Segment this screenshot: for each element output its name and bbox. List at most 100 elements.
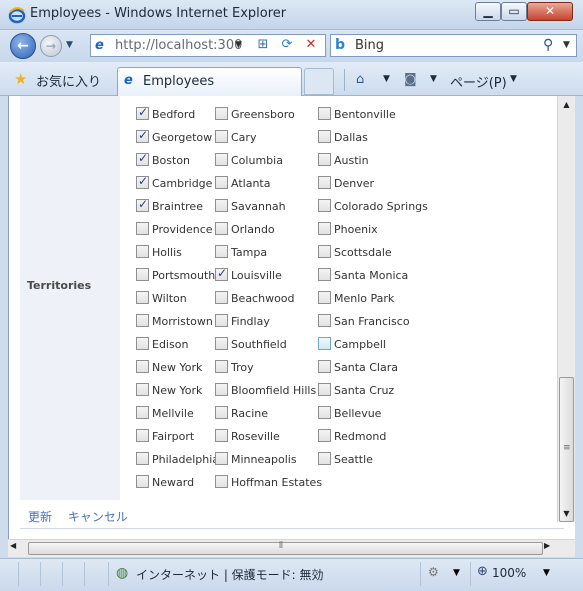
unchecked-checkbox-icon[interactable] bbox=[318, 153, 331, 166]
search-box[interactable]: b Bing ⚲ ▼ bbox=[330, 34, 577, 57]
unchecked-checkbox-icon[interactable] bbox=[136, 291, 149, 304]
feeds-dropdown-icon[interactable]: ▼ bbox=[430, 74, 437, 84]
maximize-button[interactable]: ▭ bbox=[501, 2, 527, 21]
checked-checkbox-icon[interactable] bbox=[136, 197, 149, 212]
unchecked-checkbox-icon[interactable] bbox=[318, 360, 331, 373]
search-dropdown-icon[interactable]: ▼ bbox=[563, 40, 570, 50]
checked-checkbox-icon[interactable] bbox=[136, 151, 149, 166]
unchecked-checkbox-icon[interactable] bbox=[215, 314, 228, 327]
update-link[interactable]: 更新 bbox=[28, 510, 52, 524]
unchecked-checkbox-icon[interactable] bbox=[136, 406, 149, 419]
address-dropdown-icon[interactable]: ▼ bbox=[235, 40, 242, 50]
grip-icon: ≡ bbox=[563, 443, 571, 453]
unchecked-checkbox-icon[interactable] bbox=[215, 222, 228, 235]
page-menu[interactable]: ページ(P) bbox=[450, 72, 507, 91]
home-icon[interactable]: ⌂ bbox=[356, 72, 364, 87]
search-icon[interactable]: ⚲ bbox=[543, 37, 553, 53]
zoom-icon[interactable]: ⊕ bbox=[477, 564, 488, 579]
compatibility-view-icon[interactable]: ⊞ bbox=[252, 35, 274, 55]
unchecked-checkbox-icon[interactable] bbox=[318, 245, 331, 258]
unchecked-checkbox-icon[interactable] bbox=[215, 475, 228, 488]
unchecked-checkbox-icon[interactable] bbox=[215, 406, 228, 419]
scroll-up-icon[interactable]: ▲ bbox=[558, 96, 575, 113]
vertical-scrollbar[interactable]: ▲ ≡ ▼ bbox=[557, 96, 575, 522]
scroll-down-icon[interactable]: ▼ bbox=[558, 505, 575, 522]
zoom-dropdown-icon[interactable]: ▼ bbox=[543, 568, 550, 578]
page-menu-dropdown-icon[interactable]: ▼ bbox=[510, 74, 517, 84]
refresh-icon[interactable]: ⟳ bbox=[276, 35, 298, 55]
territory-label: New York bbox=[152, 384, 203, 397]
unchecked-checkbox-icon[interactable] bbox=[215, 107, 228, 120]
back-button[interactable]: ← bbox=[10, 33, 36, 59]
close-button[interactable]: ✕ bbox=[527, 2, 573, 21]
unchecked-checkbox-icon[interactable] bbox=[136, 360, 149, 373]
territory-label: Providence bbox=[152, 223, 213, 236]
unchecked-checkbox-icon[interactable] bbox=[136, 452, 149, 465]
scroll-left-icon[interactable]: ◀ bbox=[10, 541, 16, 550]
unchecked-checkbox-icon[interactable] bbox=[136, 245, 149, 258]
horizontal-scroll-thumb[interactable]: ⦀ bbox=[28, 541, 543, 555]
territory-label: Southfield bbox=[231, 338, 287, 351]
unchecked-checkbox-icon[interactable] bbox=[136, 429, 149, 442]
unchecked-checkbox-icon[interactable] bbox=[318, 383, 331, 396]
stop-icon[interactable]: ✕ bbox=[300, 35, 322, 55]
territory-label: Mellvile bbox=[152, 407, 194, 420]
globe-icon: ◍ bbox=[116, 565, 129, 581]
unchecked-checkbox-icon[interactable] bbox=[215, 130, 228, 143]
unchecked-checkbox-icon[interactable] bbox=[318, 222, 331, 235]
unchecked-checkbox-icon[interactable] bbox=[215, 383, 228, 396]
unchecked-checkbox-icon[interactable] bbox=[215, 337, 228, 350]
unchecked-checkbox-icon[interactable] bbox=[318, 337, 331, 350]
feeds-icon[interactable]: ◙ bbox=[404, 72, 417, 87]
horizontal-scrollbar[interactable]: ◀ ⦀ ▶ bbox=[8, 539, 575, 557]
unchecked-checkbox-icon[interactable] bbox=[318, 268, 331, 281]
unchecked-checkbox-icon[interactable] bbox=[318, 199, 331, 212]
favorites-button[interactable]: ★ お気に入り bbox=[14, 70, 101, 90]
history-dropdown-icon[interactable]: ▼ bbox=[66, 40, 73, 50]
tab-employees[interactable]: e Employees bbox=[117, 67, 302, 96]
unchecked-checkbox-icon[interactable] bbox=[136, 222, 149, 235]
checked-checkbox-icon[interactable] bbox=[136, 174, 149, 189]
scroll-right-icon[interactable]: ▶ bbox=[544, 541, 550, 550]
new-tab-button[interactable] bbox=[304, 68, 334, 95]
home-dropdown-icon[interactable]: ▼ bbox=[383, 74, 390, 84]
checked-checkbox-icon[interactable] bbox=[136, 128, 149, 143]
unchecked-checkbox-icon[interactable] bbox=[215, 176, 228, 189]
unchecked-checkbox-icon[interactable] bbox=[215, 452, 228, 465]
unchecked-checkbox-icon[interactable] bbox=[215, 199, 228, 212]
minimize-button[interactable]: ▁ bbox=[475, 2, 501, 21]
tab-page-icon: e bbox=[124, 73, 133, 88]
cancel-link[interactable]: キャンセル bbox=[68, 510, 128, 524]
unchecked-checkbox-icon[interactable] bbox=[215, 153, 228, 166]
territory-label: Tampa bbox=[231, 246, 268, 259]
unchecked-checkbox-icon[interactable] bbox=[215, 429, 228, 442]
zoom-level[interactable]: 100% bbox=[492, 566, 526, 580]
unchecked-checkbox-icon[interactable] bbox=[318, 130, 331, 143]
search-input[interactable]: Bing bbox=[355, 38, 384, 53]
unchecked-checkbox-icon[interactable] bbox=[136, 383, 149, 396]
protected-mode-icon[interactable]: ⚙ bbox=[428, 565, 439, 579]
territory-label: Denver bbox=[334, 177, 375, 190]
checked-checkbox-icon[interactable] bbox=[215, 266, 228, 281]
territory-label: Dallas bbox=[334, 131, 368, 144]
checked-checkbox-icon[interactable] bbox=[136, 105, 149, 120]
protected-mode-dropdown-icon[interactable]: ▼ bbox=[453, 568, 460, 578]
address-input[interactable]: http://localhost:300 bbox=[115, 38, 250, 53]
unchecked-checkbox-icon[interactable] bbox=[318, 452, 331, 465]
unchecked-checkbox-icon[interactable] bbox=[136, 475, 149, 488]
unchecked-checkbox-icon[interactable] bbox=[318, 176, 331, 189]
territory-label: Bloomfield Hills bbox=[231, 384, 317, 397]
unchecked-checkbox-icon[interactable] bbox=[318, 429, 331, 442]
unchecked-checkbox-icon[interactable] bbox=[215, 360, 228, 373]
unchecked-checkbox-icon[interactable] bbox=[136, 314, 149, 327]
unchecked-checkbox-icon[interactable] bbox=[136, 268, 149, 281]
unchecked-checkbox-icon[interactable] bbox=[215, 291, 228, 304]
unchecked-checkbox-icon[interactable] bbox=[318, 291, 331, 304]
unchecked-checkbox-icon[interactable] bbox=[318, 314, 331, 327]
unchecked-checkbox-icon[interactable] bbox=[318, 406, 331, 419]
unchecked-checkbox-icon[interactable] bbox=[215, 245, 228, 258]
unchecked-checkbox-icon[interactable] bbox=[318, 107, 331, 120]
forward-button[interactable]: → bbox=[40, 35, 62, 57]
unchecked-checkbox-icon[interactable] bbox=[136, 337, 149, 350]
vertical-scroll-thumb[interactable]: ≡ bbox=[559, 377, 574, 522]
